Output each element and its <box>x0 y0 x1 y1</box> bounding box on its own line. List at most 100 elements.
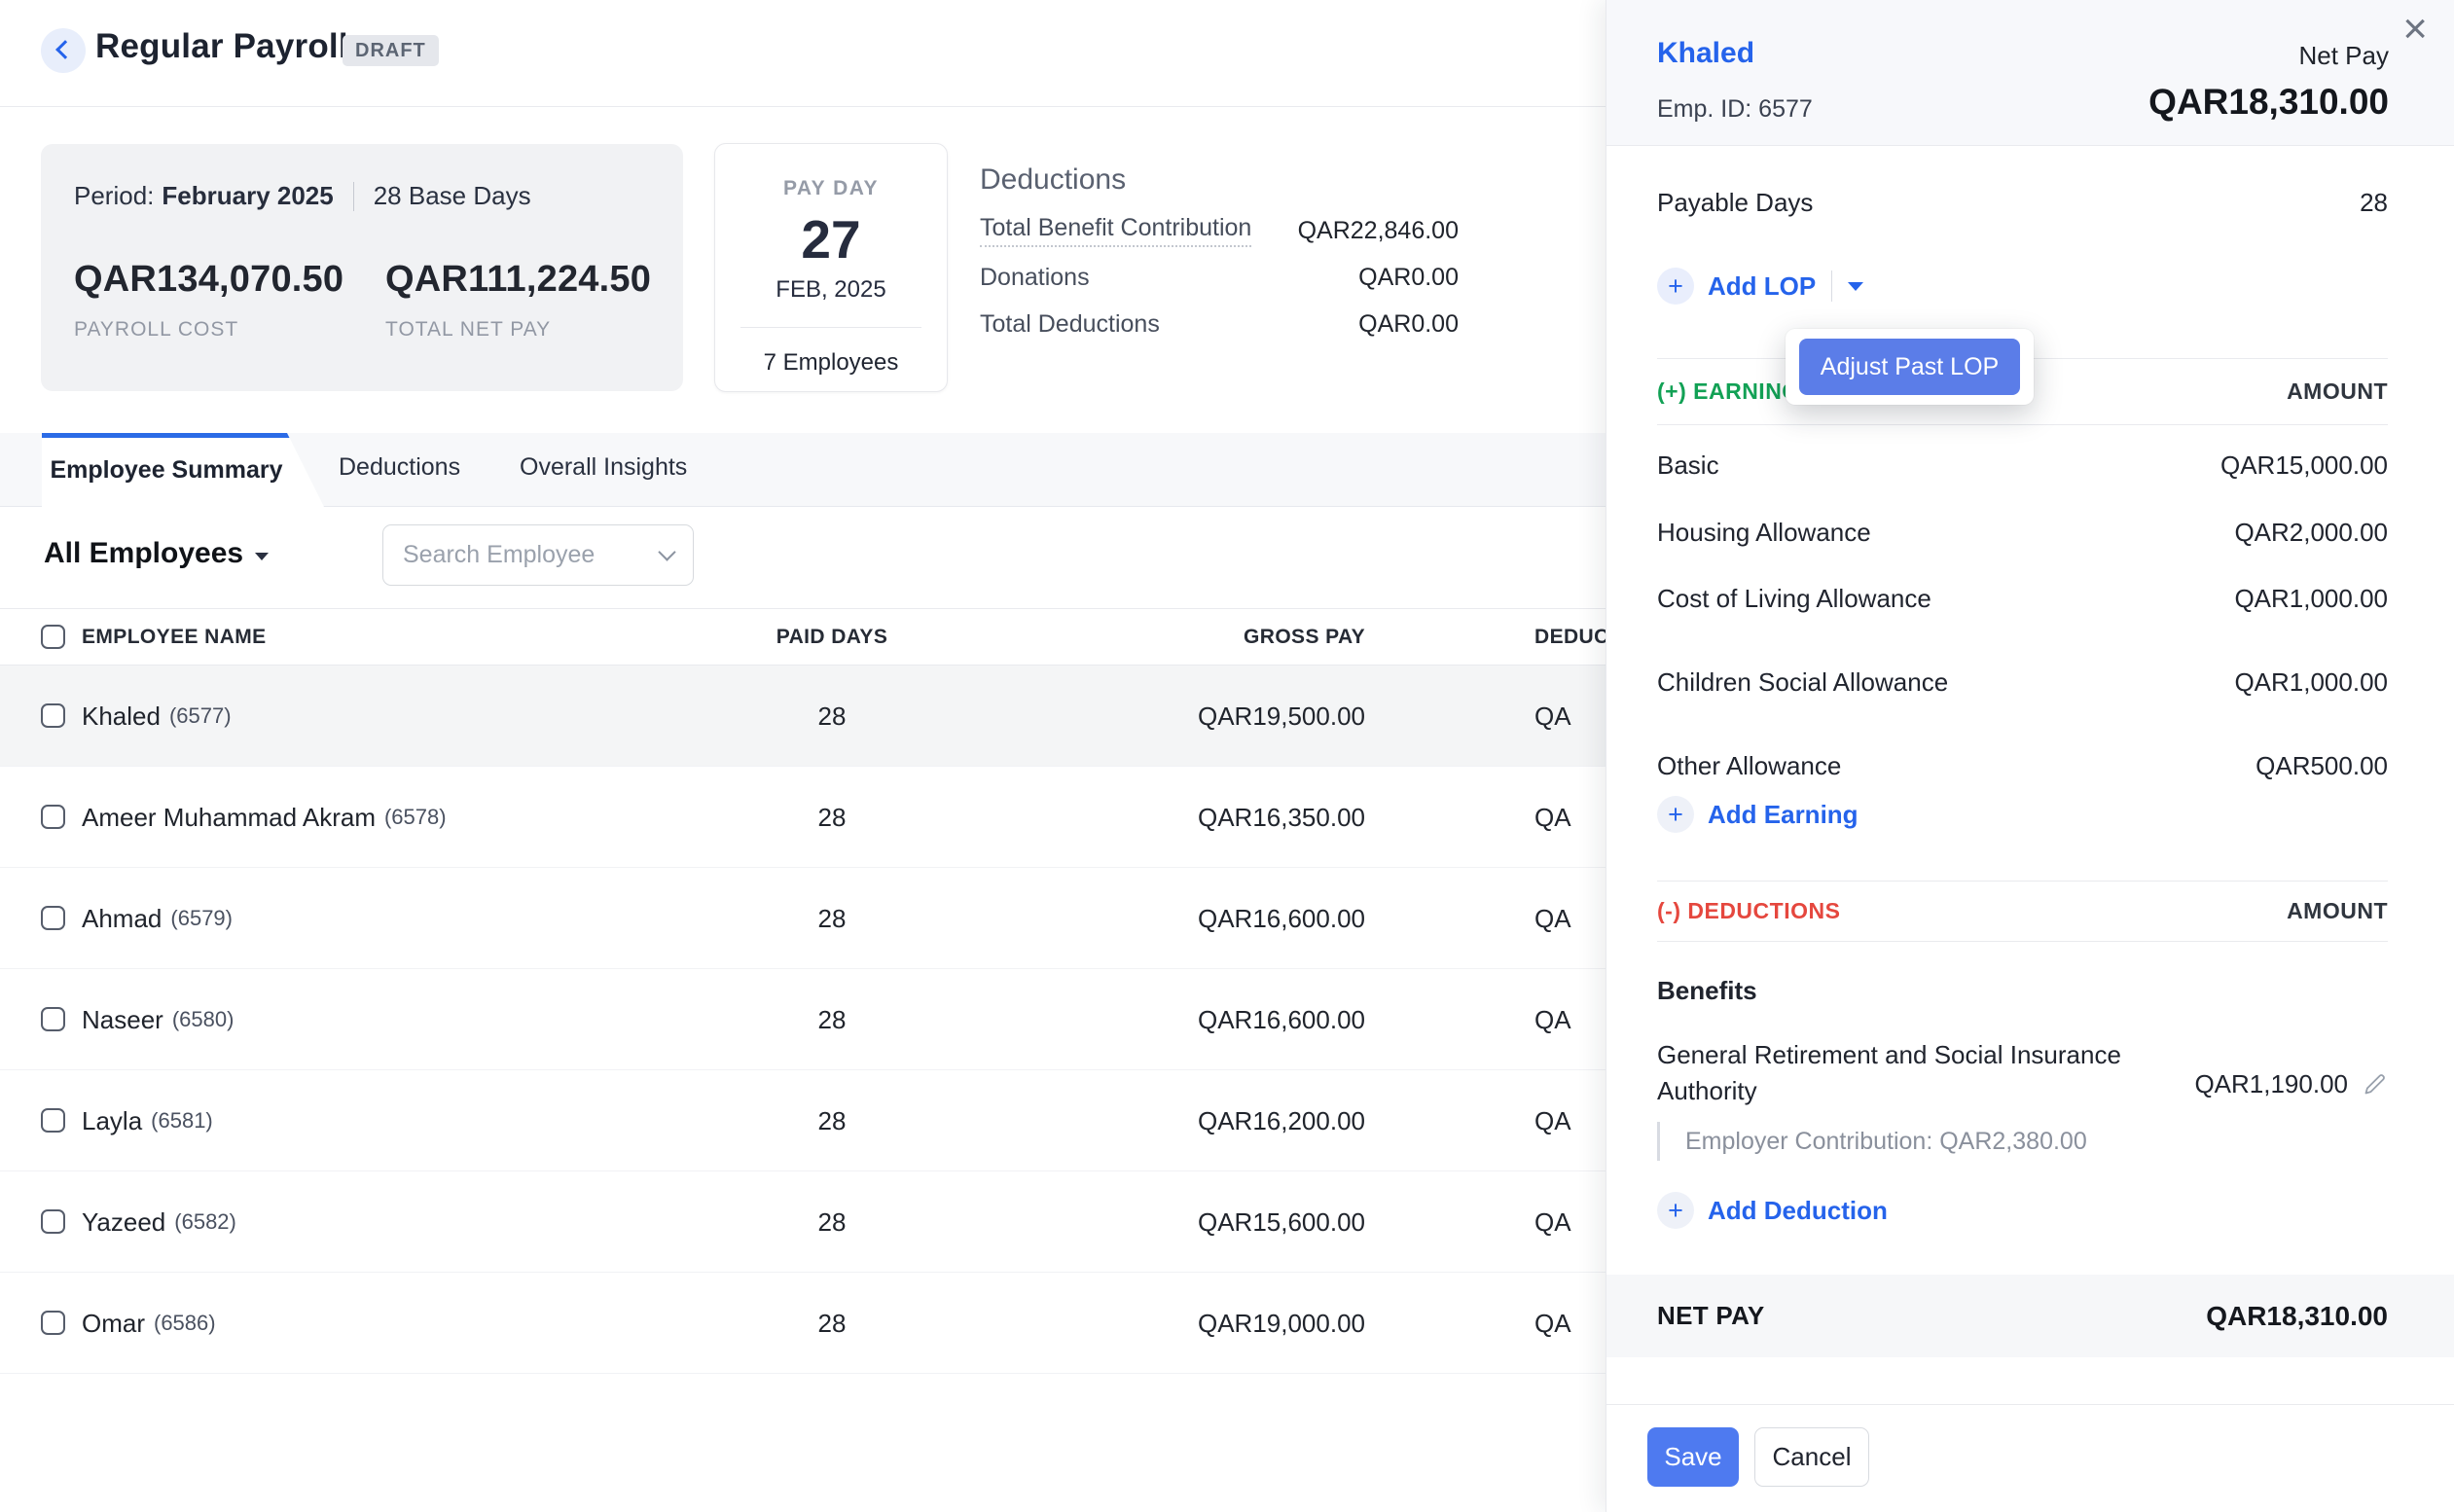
all-employees-dropdown[interactable]: All Employees <box>44 537 269 570</box>
payday-employee-count: 7 Employees <box>715 349 947 377</box>
deduction-value: QAR1,190.00 <box>2194 1069 2348 1099</box>
panel-employee-id: Emp. ID: 6577 <box>1657 95 1813 124</box>
paid-days-cell: 28 <box>701 1070 963 1171</box>
add-deduction-control[interactable]: + Add Deduction <box>1657 1191 1888 1230</box>
search-employee-select[interactable]: Search Employee <box>382 524 694 586</box>
total-benefit-contribution-label[interactable]: Total Benefit Contribution <box>980 214 1251 247</box>
cancel-button[interactable]: Cancel <box>1754 1427 1869 1487</box>
payable-days-row: Payable Days 28 <box>1657 183 2388 222</box>
table-row-layla[interactable]: Layla(6581) 28 QAR16,200.00 QA <box>0 1070 1606 1171</box>
tab-overall-insights[interactable]: Overall Insights <box>520 453 687 482</box>
gross-pay-cell: QAR19,000.00 <box>1070 1273 1365 1374</box>
earning-label: Basic <box>1657 450 1719 481</box>
employee-id: (6580) <box>172 1007 235 1032</box>
tab-employee-summary-label: Employee Summary <box>42 433 291 507</box>
net-pay-row-value: QAR18,310.00 <box>2206 1301 2388 1332</box>
earning-row-cost-of-living: Cost of Living Allowance QAR1,000.00 <box>1657 579 2388 618</box>
panel-net-pay-label: Net Pay <box>2299 41 2390 71</box>
header-deductions-clipped[interactable]: DEDUC <box>1534 609 1609 666</box>
payroll-cost-label: PAYROLL COST <box>74 318 385 342</box>
add-lop-caret-icon[interactable] <box>1848 282 1863 291</box>
select-all-checkbox[interactable] <box>41 625 65 649</box>
earning-row-basic: Basic QAR15,000.00 <box>1657 446 2388 485</box>
employee-name: Layla <box>82 1106 142 1136</box>
add-earning-control[interactable]: + Add Earning <box>1657 795 1859 834</box>
row-checkbox[interactable] <box>41 1108 65 1133</box>
row-checkbox[interactable] <box>41 1007 65 1031</box>
table-row-naseer[interactable]: Naseer(6580) 28 QAR16,600.00 QA <box>0 969 1606 1070</box>
row-checkbox[interactable] <box>41 1209 65 1234</box>
earnings-amount-header: AMOUNT <box>2287 378 2388 405</box>
table-row-omar[interactable]: Omar(6586) 28 QAR19,000.00 QA <box>0 1273 1606 1374</box>
gross-pay-cell: QAR16,600.00 <box>1070 969 1365 1070</box>
payroll-cost-value: QAR134,070.50 <box>74 259 385 301</box>
deductions-summary-row: Total Benefit Contribution QAR22,846.00 <box>980 214 1459 247</box>
table-row-ameer[interactable]: Ameer Muhammad Akram(6578) 28 QAR16,350.… <box>0 767 1606 868</box>
plus-icon: + <box>1657 1192 1694 1229</box>
payday-month-year: FEB, 2025 <box>715 276 947 304</box>
row-checkbox[interactable] <box>41 703 65 728</box>
table-row-yazeed[interactable]: Yazeed(6582) 28 QAR15,600.00 QA <box>0 1171 1606 1273</box>
deduction-cell-clipped: QA <box>1534 767 1571 868</box>
payroll-cost-block: QAR134,070.50 PAYROLL COST <box>74 259 385 342</box>
deduction-cell-clipped: QA <box>1534 1171 1571 1273</box>
employee-id: (6586) <box>154 1311 216 1336</box>
employee-table: Khaled (6577) 28 QAR19,500.00 QA Ameer Mu… <box>0 666 1606 1374</box>
payday-card: PAY DAY 27 FEB, 2025 7 Employees <box>714 143 948 392</box>
gross-pay-cell: QAR16,200.00 <box>1070 1070 1365 1171</box>
tab-deductions[interactable]: Deductions <box>339 453 460 482</box>
header-employee-name[interactable]: EMPLOYEE NAME <box>82 609 267 666</box>
search-employee-placeholder: Search Employee <box>403 541 661 569</box>
status-badge: DRAFT <box>343 35 439 66</box>
base-days: 28 Base Days <box>374 181 531 211</box>
row-checkbox[interactable] <box>41 1311 65 1335</box>
paid-days-cell: 28 <box>701 1273 963 1374</box>
employee-id: (6579) <box>170 906 233 931</box>
period-line: Period: February 2025 28 Base Days <box>74 181 650 211</box>
add-earning-button[interactable]: Add Earning <box>1708 800 1859 830</box>
earning-row-housing: Housing Allowance QAR2,000.00 <box>1657 513 2388 552</box>
deduction-cell-clipped: QA <box>1534 868 1571 969</box>
table-row-ahmad[interactable]: Ahmad(6579) 28 QAR16,600.00 QA <box>0 868 1606 969</box>
period-card: Period: February 2025 28 Base Days QAR13… <box>41 144 683 391</box>
earning-value: QAR500.00 <box>2256 751 2388 781</box>
earning-label: Other Allowance <box>1657 751 1841 781</box>
close-icon[interactable]: × <box>2402 8 2428 51</box>
employee-id: (6577) <box>169 703 232 729</box>
page-header: Regular Payroll DRAFT <box>0 0 1606 107</box>
gross-pay-cell: QAR19,500.00 <box>1070 666 1365 767</box>
panel-net-pay-value: QAR18,310.00 <box>2148 82 2389 123</box>
employee-name: Khaled <box>82 702 161 732</box>
paid-days-cell: 28 <box>701 1171 963 1273</box>
row-checkbox[interactable] <box>41 906 65 930</box>
donations-label: Donations <box>980 264 1090 292</box>
total-deductions-value: QAR0.00 <box>1358 310 1459 339</box>
row-checkbox[interactable] <box>41 805 65 829</box>
period-label: Period: <box>74 181 154 211</box>
back-button[interactable] <box>41 28 86 73</box>
table-row-khaled[interactable]: Khaled(6577) 28 QAR19,500.00 QA <box>0 666 1606 767</box>
panel-header: Khaled Emp. ID: 6577 Net Pay QAR18,310.0… <box>1606 0 2454 146</box>
panel-employee-name-link[interactable]: Khaled <box>1657 37 1754 70</box>
total-net-pay-block: QAR111,224.50 TOTAL NET PAY <box>385 259 651 342</box>
page-title: Regular Payroll <box>95 27 348 66</box>
payday-divider <box>740 327 921 328</box>
add-lop-button[interactable]: Add LOP <box>1708 271 1816 302</box>
payroll-app: Regular Payroll DRAFT Period: February 2… <box>0 0 2454 1512</box>
employer-contribution-note: Employer Contribution: QAR2,380.00 <box>1657 1122 2087 1161</box>
plus-icon[interactable]: + <box>1657 268 1694 305</box>
save-button[interactable]: Save <box>1647 1427 1739 1487</box>
header-paid-days[interactable]: PAID DAYS <box>701 609 963 666</box>
panel-footer: Save Cancel <box>1606 1404 2454 1512</box>
total-benefit-contribution-value: QAR22,846.00 <box>1298 217 1459 245</box>
donations-value: QAR0.00 <box>1358 264 1459 292</box>
adjust-past-lop-button[interactable]: Adjust Past LOP <box>1799 339 2020 395</box>
employee-pay-panel: Khaled Emp. ID: 6577 Net Pay QAR18,310.0… <box>1606 0 2454 1512</box>
deductions-header-label: (-) DEDUCTIONS <box>1657 898 1840 924</box>
deduction-cell-clipped: QA <box>1534 666 1571 767</box>
tab-employee-summary[interactable]: Employee Summary <box>42 433 324 507</box>
edit-icon[interactable] <box>2362 1071 2388 1098</box>
employee-name: Ahmad <box>82 904 162 934</box>
header-gross-pay[interactable]: GROSS PAY <box>1070 609 1365 666</box>
add-deduction-button[interactable]: Add Deduction <box>1708 1196 1888 1226</box>
